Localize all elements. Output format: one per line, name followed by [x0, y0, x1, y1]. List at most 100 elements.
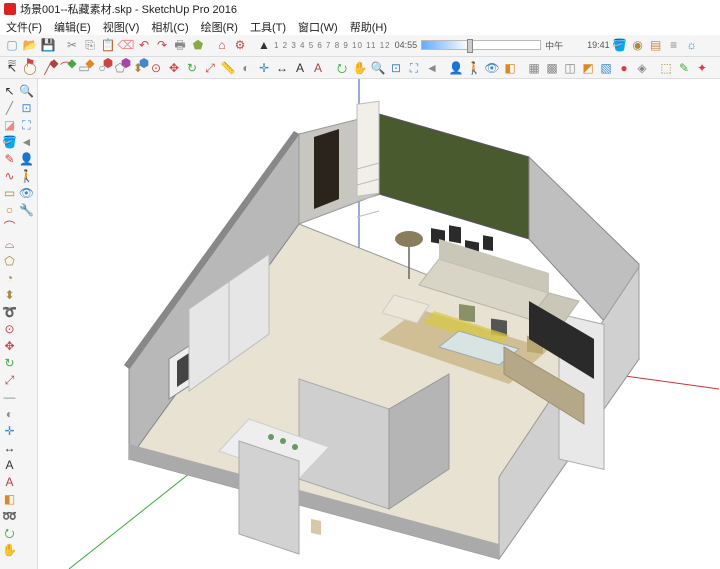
- prev-button[interactable]: ◄: [19, 134, 34, 149]
- new-button[interactable]: ▢: [4, 37, 20, 53]
- zoomw-button[interactable]: ⊡: [19, 100, 34, 115]
- section-button[interactable]: ◧: [502, 60, 518, 76]
- look-button[interactable]: 👁: [484, 60, 500, 76]
- pie-button[interactable]: ◔: [2, 270, 17, 285]
- scale-button[interactable]: ⤢: [2, 372, 17, 387]
- paint-button[interactable]: 🪣: [2, 134, 17, 149]
- arc2-button[interactable]: ⌓: [2, 236, 17, 251]
- style2-button[interactable]: ▩: [544, 60, 560, 76]
- explode-button[interactable]: ✦: [694, 60, 710, 76]
- comp-edit-button[interactable]: ✎: [676, 60, 692, 76]
- ext-button[interactable]: ⚙: [232, 37, 248, 53]
- copy-button[interactable]: ⎘: [82, 37, 98, 53]
- menu-item[interactable]: 窗口(W): [298, 19, 338, 35]
- tape-button[interactable]: 📏: [220, 60, 236, 76]
- redo-button[interactable]: ↷: [154, 37, 170, 53]
- pencil-button[interactable]: ✎: [2, 151, 17, 166]
- rect-button[interactable]: ▭: [2, 185, 17, 200]
- tape-button[interactable]: —: [2, 389, 17, 404]
- style4-button[interactable]: ◩: [580, 60, 596, 76]
- freehand-button[interactable]: ∿: [2, 168, 17, 183]
- lasso-button[interactable]: ◯: [22, 60, 38, 76]
- walk-button[interactable]: 🚶: [19, 168, 34, 183]
- paint-button[interactable]: 🪣: [612, 37, 628, 53]
- menu-item[interactable]: 编辑(E): [54, 19, 91, 35]
- follow2-button[interactable]: ➿: [2, 508, 17, 523]
- pos-button[interactable]: 👤: [19, 151, 34, 166]
- follow-button[interactable]: ➰: [2, 304, 17, 319]
- comp-make-button[interactable]: ⬚: [658, 60, 674, 76]
- push-button[interactable]: ⬍: [130, 60, 146, 76]
- viewport[interactable]: [38, 79, 720, 569]
- move-button[interactable]: ✥: [2, 338, 17, 353]
- save-button[interactable]: 💾: [40, 37, 56, 53]
- text-button[interactable]: A: [2, 457, 17, 472]
- menu-item[interactable]: 帮助(H): [350, 19, 387, 35]
- dim-button[interactable]: ↔: [2, 440, 17, 455]
- poly-button[interactable]: ⬠: [2, 253, 17, 268]
- axes-button[interactable]: ✛: [256, 60, 272, 76]
- layer-button[interactable]: ▤: [648, 37, 664, 53]
- zoom-button[interactable]: 🔍: [19, 83, 34, 98]
- sample-button[interactable]: ◉: [630, 37, 646, 53]
- select-button[interactable]: ▲: [256, 37, 272, 53]
- menu-item[interactable]: 视图(V): [103, 19, 140, 35]
- paste-button[interactable]: 📋: [100, 37, 116, 53]
- rotate-button[interactable]: ↻: [2, 355, 17, 370]
- outliner-button[interactable]: ≡: [666, 37, 682, 53]
- select-button[interactable]: ↖: [2, 83, 17, 98]
- circle-button[interactable]: ○: [2, 202, 17, 217]
- menu-item[interactable]: 绘图(R): [201, 19, 238, 35]
- move-button[interactable]: ✥: [166, 60, 182, 76]
- shadow-button[interactable]: ☼: [684, 37, 700, 53]
- orbit-button[interactable]: ⭮: [334, 60, 350, 76]
- warehouse-button[interactable]: ⌂: [214, 37, 230, 53]
- zoomext-button[interactable]: ⛶: [406, 60, 422, 76]
- menu-item[interactable]: 相机(C): [151, 19, 188, 35]
- prev-button[interactable]: ◄: [424, 60, 440, 76]
- open-button[interactable]: 📂: [22, 37, 38, 53]
- menu-item[interactable]: 文件(F): [6, 19, 42, 35]
- walk-button[interactable]: 🚶: [466, 60, 482, 76]
- style6-button[interactable]: ●: [616, 60, 632, 76]
- style5-button[interactable]: ▧: [598, 60, 614, 76]
- push-button[interactable]: ⬍: [2, 287, 17, 302]
- eraser-button[interactable]: ◪: [2, 117, 17, 132]
- menu-item[interactable]: 工具(T): [250, 19, 286, 35]
- style1-button[interactable]: ▦: [526, 60, 542, 76]
- scale-button[interactable]: ⤢: [202, 60, 218, 76]
- cut-button[interactable]: ✂: [64, 37, 80, 53]
- orbit-button[interactable]: ⭮: [2, 525, 17, 540]
- line-button[interactable]: ╱: [2, 100, 17, 115]
- model-button[interactable]: ⬟: [190, 37, 206, 53]
- 3dtext-button[interactable]: A: [310, 60, 326, 76]
- rotate-button[interactable]: ↻: [184, 60, 200, 76]
- text-button[interactable]: A: [292, 60, 308, 76]
- shadow-timeline[interactable]: 1 2 3 4 5 6 7 8 9 10 11 1204:55中午19:41: [274, 39, 610, 52]
- print-button[interactable]: 🖶: [172, 37, 188, 53]
- offset-button[interactable]: ⊙: [2, 321, 17, 336]
- undo-button[interactable]: ↶: [136, 37, 152, 53]
- zoome-button[interactable]: ⛶: [19, 117, 34, 132]
- time-track[interactable]: [421, 40, 541, 50]
- poly-button[interactable]: ⬠: [112, 60, 128, 76]
- circle-button[interactable]: ○: [94, 60, 110, 76]
- tool-button[interactable]: 🔧: [19, 202, 34, 217]
- line-button[interactable]: ╱: [40, 60, 56, 76]
- xray-button[interactable]: ◈: [634, 60, 650, 76]
- arc-button[interactable]: ⌒: [58, 60, 74, 76]
- time-handle[interactable]: [467, 39, 473, 53]
- protractor-button[interactable]: ◐: [238, 60, 254, 76]
- prot-button[interactable]: ◐: [2, 406, 17, 421]
- 3dt-button[interactable]: A: [2, 474, 17, 489]
- rect-button[interactable]: ▭: [76, 60, 92, 76]
- axes-button[interactable]: ✛: [2, 423, 17, 438]
- pan-button[interactable]: ✋: [2, 542, 17, 557]
- zoomwin-button[interactable]: ⊡: [388, 60, 404, 76]
- offset-button[interactable]: ⊙: [148, 60, 164, 76]
- select2-button[interactable]: ↖: [4, 60, 20, 76]
- arc-button[interactable]: ⌒: [2, 219, 17, 234]
- dim-button[interactable]: ↔: [274, 60, 290, 76]
- section-button[interactable]: ◧: [2, 491, 17, 506]
- erase-button[interactable]: ⌫: [118, 37, 134, 53]
